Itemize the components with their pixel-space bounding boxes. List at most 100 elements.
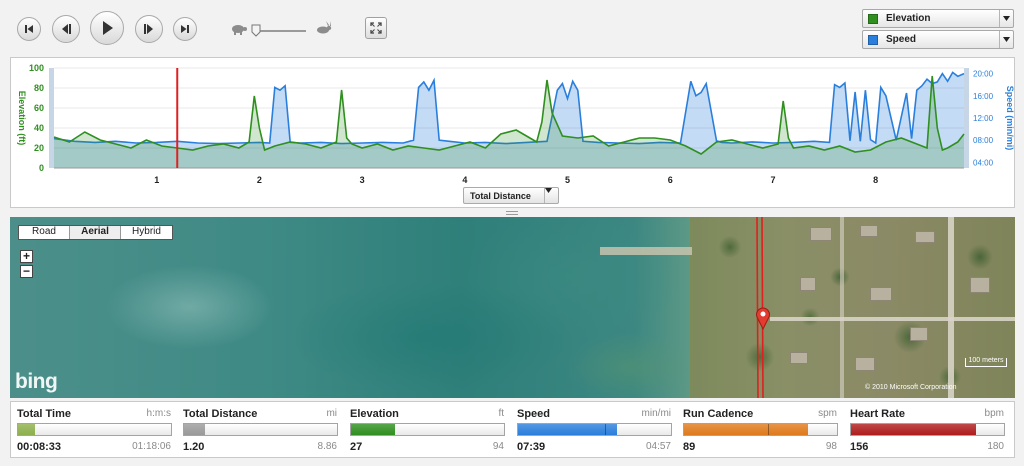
speed-swatch bbox=[868, 34, 878, 45]
stat-unit: spm bbox=[818, 408, 837, 419]
stat-max: 94 bbox=[492, 441, 504, 452]
metrics-chart-panel: 0 20 40 60 80 100 04:00 08:00 12:00 16:00 20:00 1 2 3… bbox=[10, 57, 1015, 208]
right-axis-strip bbox=[964, 68, 969, 168]
location-pin-icon bbox=[756, 307, 770, 330]
stat-unit: min/mi bbox=[641, 408, 671, 419]
x-tick-label: 5 bbox=[565, 175, 570, 185]
primary-metric-label: Elevation bbox=[886, 13, 931, 24]
skip-to-end-icon bbox=[181, 25, 189, 33]
chevron-down-icon bbox=[999, 10, 1013, 27]
expand-icon bbox=[370, 22, 382, 34]
chevron-down-icon bbox=[544, 188, 558, 203]
stat-label: Total Time bbox=[17, 408, 71, 420]
resize-grip[interactable] bbox=[506, 211, 518, 215]
x-axis-select[interactable]: Total Distance bbox=[463, 187, 559, 204]
play-button[interactable] bbox=[90, 11, 124, 45]
stat-bar-marker bbox=[768, 424, 770, 435]
map-road bbox=[770, 317, 1015, 321]
map-building bbox=[790, 352, 808, 364]
stat-bar-fill bbox=[518, 424, 618, 435]
y-right-tick-label: 08:00 bbox=[973, 136, 994, 145]
route-map[interactable]: Road Aerial Hybrid + − bing 100 meters ©… bbox=[10, 217, 1015, 398]
stat-max: 01:18:06 bbox=[132, 441, 171, 452]
stat-total-distance: Total Distance mi 1.20 8.86 bbox=[177, 402, 343, 459]
left-axis-strip bbox=[49, 68, 54, 168]
bing-logo: bing bbox=[15, 370, 58, 393]
playback-speed-slider[interactable] bbox=[228, 20, 338, 40]
step-back-icon bbox=[62, 24, 71, 34]
y-right-tick-label: 12:00 bbox=[973, 114, 994, 123]
slider-thumb[interactable] bbox=[251, 24, 261, 37]
map-land-area bbox=[690, 217, 1015, 398]
fullscreen-button[interactable] bbox=[365, 17, 387, 39]
stat-total-time: Total Time h:m:s 00:08:33 01:18:06 bbox=[11, 402, 177, 459]
x-tick-label: 8 bbox=[873, 175, 878, 185]
primary-metric-select[interactable]: Elevation bbox=[862, 9, 1014, 28]
y-right-axis-title: Speed (min/mi) bbox=[1005, 86, 1015, 151]
map-building bbox=[870, 287, 892, 301]
stat-label: Speed bbox=[517, 408, 551, 420]
stat-unit: mi bbox=[326, 408, 337, 419]
map-building bbox=[970, 277, 990, 293]
stat-bar bbox=[350, 423, 505, 436]
map-type-road[interactable]: Road bbox=[19, 226, 70, 239]
x-tick-label: 1 bbox=[154, 175, 159, 185]
map-building bbox=[810, 227, 832, 241]
stat-value: 00:08:33 bbox=[17, 441, 62, 453]
stat-label: Heart Rate bbox=[850, 408, 906, 420]
skip-to-start-icon bbox=[25, 25, 33, 33]
map-road bbox=[948, 217, 954, 398]
stat-max: 98 bbox=[825, 441, 837, 452]
stat-label: Elevation bbox=[350, 408, 399, 420]
zoom-out-button[interactable]: − bbox=[20, 265, 33, 278]
map-building bbox=[860, 225, 878, 237]
stat-label: Run Cadence bbox=[683, 408, 754, 420]
stat-value: 07:39 bbox=[517, 441, 546, 453]
map-copyright: © 2010 Microsoft Corporation bbox=[865, 384, 957, 391]
stat-label: Total Distance bbox=[183, 408, 258, 420]
secondary-metric-select[interactable]: Speed bbox=[862, 30, 1014, 49]
stat-bar-fill bbox=[18, 424, 35, 435]
map-type-switcher: Road Aerial Hybrid bbox=[18, 225, 173, 240]
map-pier bbox=[600, 247, 692, 255]
step-forward-button[interactable] bbox=[135, 15, 163, 43]
step-back-button[interactable] bbox=[52, 15, 80, 43]
y-right-tick-label: 16:00 bbox=[973, 92, 994, 101]
x-tick-label: 4 bbox=[462, 175, 467, 185]
stat-max: 180 bbox=[987, 441, 1004, 452]
rabbit-icon bbox=[317, 21, 332, 34]
y-left-tick-label: 0 bbox=[39, 163, 44, 173]
stat-max: 8.86 bbox=[317, 441, 337, 452]
stat-bar-fill bbox=[684, 424, 808, 435]
stat-unit: ft bbox=[498, 408, 504, 419]
stat-bar-fill bbox=[851, 424, 977, 435]
map-building bbox=[915, 231, 935, 243]
stat-bar bbox=[183, 423, 338, 436]
stat-bar-fill bbox=[184, 424, 205, 435]
y-left-tick-label: 20 bbox=[34, 143, 44, 153]
elevation-swatch bbox=[868, 13, 878, 24]
map-road bbox=[840, 217, 844, 398]
y-left-axis-title: Elevation (ft) bbox=[17, 91, 27, 146]
x-axis-select-label: Total Distance bbox=[470, 190, 531, 201]
y-left-tick-label: 40 bbox=[34, 123, 44, 133]
zoom-in-button[interactable]: + bbox=[20, 250, 33, 263]
play-icon bbox=[103, 21, 113, 35]
y-left-tick-label: 80 bbox=[34, 83, 44, 93]
skip-to-end-button[interactable] bbox=[173, 17, 197, 41]
stat-bar bbox=[683, 423, 838, 436]
skip-to-start-button[interactable] bbox=[17, 17, 41, 41]
map-type-hybrid[interactable]: Hybrid bbox=[121, 226, 172, 239]
map-type-aerial[interactable]: Aerial bbox=[70, 226, 121, 239]
stat-value: 1.20 bbox=[183, 441, 205, 453]
stat-value: 89 bbox=[683, 441, 696, 453]
y-left-tick-label: 60 bbox=[34, 103, 44, 113]
stat-bar bbox=[17, 423, 172, 436]
map-building bbox=[855, 357, 875, 371]
stat-bar-fill bbox=[351, 424, 395, 435]
stat-value: 156 bbox=[850, 441, 869, 453]
series-area-elevation bbox=[54, 76, 964, 168]
map-building bbox=[910, 327, 928, 341]
x-tick-label: 2 bbox=[257, 175, 262, 185]
x-tick-label: 3 bbox=[360, 175, 365, 185]
